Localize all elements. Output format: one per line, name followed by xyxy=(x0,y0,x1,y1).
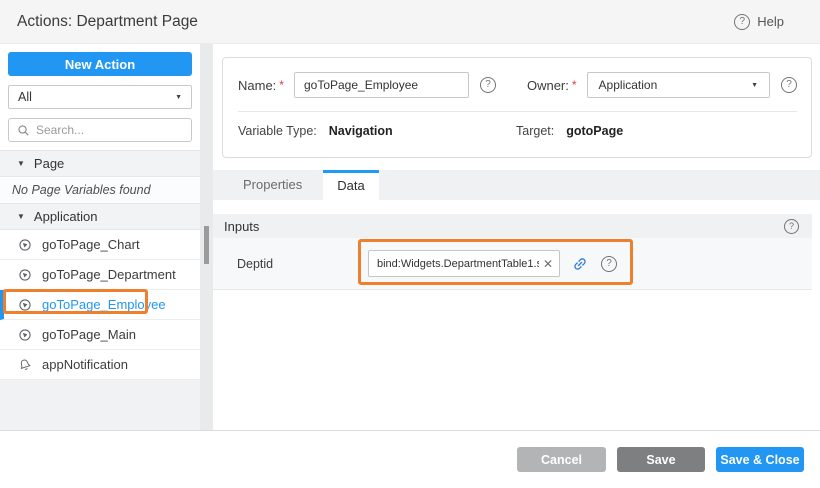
name-field[interactable] xyxy=(294,72,469,98)
variable-type-label: Variable Type: xyxy=(238,124,317,138)
help-button[interactable]: ? Help xyxy=(734,14,784,30)
list-item-label: goToPage_Main xyxy=(42,327,136,342)
navigation-variable-icon xyxy=(18,268,32,282)
deptid-label: Deptid xyxy=(237,257,368,271)
name-help-icon[interactable]: ? xyxy=(480,77,496,93)
owner-dropdown[interactable]: Application ▼ xyxy=(587,72,770,98)
action-detail-panel: Name:* ? Owner:* Application ▼ ? Variabl… xyxy=(213,44,820,430)
sidebar-scrollbar-track[interactable] xyxy=(200,44,213,430)
input-row-deptid: Deptid bind:Widgets.DepartmentTable1.sel… xyxy=(213,238,812,290)
dialog-header: Actions: Department Page ? Help xyxy=(0,0,820,44)
bind-link-icon[interactable] xyxy=(569,252,592,275)
navigation-variable-icon xyxy=(18,298,32,312)
tab-bar: Properties Data xyxy=(213,170,820,200)
action-summary-panel: Name:* ? Owner:* Application ▼ ? Variabl… xyxy=(222,57,812,158)
list-item-label: goToPage_Employee xyxy=(42,297,166,312)
tree-group-application[interactable]: ▼ Application xyxy=(0,203,200,230)
name-label: Name: xyxy=(238,78,276,93)
collapse-arrow-icon: ▼ xyxy=(17,159,25,168)
target-label: Target: xyxy=(516,124,554,138)
owner-dropdown-value: Application xyxy=(599,78,658,92)
sidebar-item-appNotification[interactable]: appNotification xyxy=(0,350,200,380)
required-marker: * xyxy=(572,78,577,92)
tree-group-application-label: Application xyxy=(34,209,98,224)
tree-group-page[interactable]: ▼ Page xyxy=(0,150,200,177)
save-and-close-button[interactable]: Save & Close xyxy=(716,447,804,472)
cancel-button[interactable]: Cancel xyxy=(517,447,606,472)
sidebar-item-goToPage_Main[interactable]: goToPage_Main xyxy=(0,320,200,350)
inputs-section: Inputs ? Deptid bind:Widgets.DepartmentT… xyxy=(213,214,812,290)
variable-type-value: Navigation xyxy=(329,124,393,138)
filter-dropdown-value: All xyxy=(18,90,32,104)
deptid-bind-value: bind:Widgets.DepartmentTable1.selec xyxy=(377,258,539,270)
search-icon xyxy=(17,124,30,137)
navigation-variable-icon xyxy=(18,238,32,252)
search-box[interactable] xyxy=(8,118,192,142)
tree-group-page-label: Page xyxy=(34,156,64,171)
navigation-variable-icon xyxy=(18,328,32,342)
sidebar-scrollbar-thumb[interactable] xyxy=(204,226,209,264)
tab-data[interactable]: Data xyxy=(323,170,378,200)
variables-sidebar: New Action All ▼ ▼ Page No Page Variable… xyxy=(0,44,200,430)
chevron-down-icon: ▼ xyxy=(175,94,182,101)
deptid-help-icon[interactable]: ? xyxy=(601,256,617,272)
list-item-label: goToPage_Department xyxy=(42,267,176,282)
required-marker: * xyxy=(279,78,284,92)
list-item-label: goToPage_Chart xyxy=(42,237,140,252)
clear-binding-icon[interactable]: ✕ xyxy=(543,257,553,271)
owner-label: Owner: xyxy=(527,78,569,93)
chevron-down-icon: ▼ xyxy=(751,82,758,89)
inputs-help-icon[interactable]: ? xyxy=(784,219,799,234)
filter-dropdown[interactable]: All ▼ xyxy=(8,85,192,109)
sidebar-item-goToPage_Department[interactable]: goToPage_Department xyxy=(0,260,200,290)
notification-bell-icon xyxy=(16,356,34,374)
sidebar-item-goToPage_Employee[interactable]: goToPage_Employee xyxy=(0,290,200,320)
owner-help-icon[interactable]: ? xyxy=(781,77,797,93)
page-title: Actions: Department Page xyxy=(17,13,198,31)
inputs-section-title: Inputs xyxy=(224,219,259,234)
sidebar-item-goToPage_Chart[interactable]: goToPage_Chart xyxy=(0,230,200,260)
help-label: Help xyxy=(757,14,784,29)
deptid-bind-field[interactable]: bind:Widgets.DepartmentTable1.selec ✕ xyxy=(368,250,560,277)
sidebar-filler xyxy=(0,380,200,430)
list-item-label: appNotification xyxy=(42,357,128,372)
collapse-arrow-icon: ▼ xyxy=(17,212,25,221)
tab-properties[interactable]: Properties xyxy=(222,170,323,200)
page-empty-message: No Page Variables found xyxy=(0,177,200,203)
target-value: gotoPage xyxy=(566,124,623,138)
dialog-footer: Cancel Save Save & Close xyxy=(0,430,820,488)
save-button[interactable]: Save xyxy=(617,447,705,472)
new-action-button[interactable]: New Action xyxy=(8,52,192,76)
help-circle-icon: ? xyxy=(734,14,750,30)
search-input[interactable] xyxy=(36,123,183,137)
